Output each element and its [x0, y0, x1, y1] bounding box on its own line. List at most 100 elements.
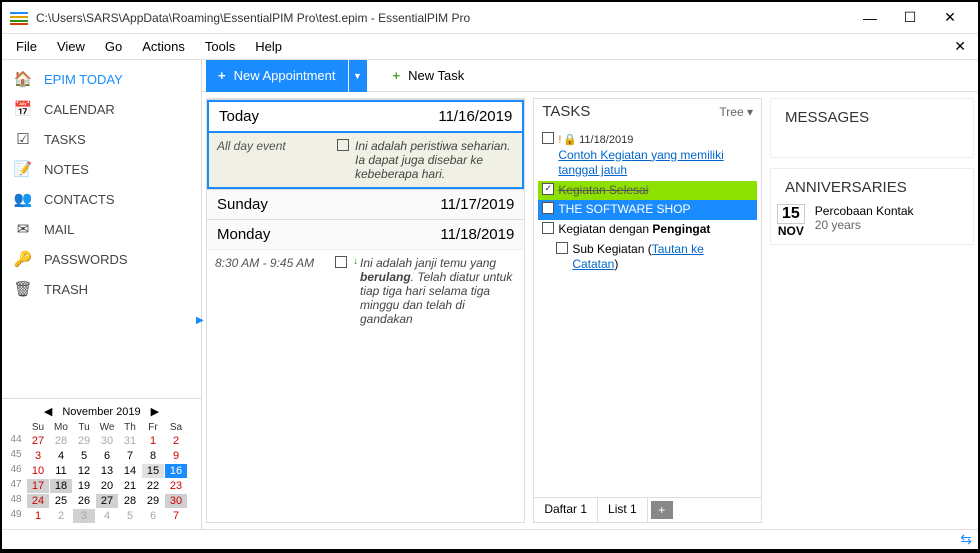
close-panel-button[interactable]: ✕ [946, 34, 974, 59]
cal-day[interactable]: 18 [50, 479, 72, 493]
task-checkbox[interactable] [542, 132, 554, 144]
cal-title[interactable]: November 2019 [62, 406, 140, 418]
cal-day[interactable]: 7 [119, 449, 141, 463]
task-tab-1[interactable]: Daftar 1 [534, 498, 598, 522]
close-button[interactable]: ✕ [930, 4, 970, 32]
cal-day[interactable]: 28 [119, 494, 141, 508]
cal-day[interactable]: 4 [50, 449, 72, 463]
cal-day[interactable]: 27 [96, 494, 118, 508]
cal-day[interactable]: 1 [27, 509, 49, 523]
task-item[interactable]: THE SOFTWARE SHOP [538, 200, 757, 220]
statusbar: ⇆ [2, 529, 978, 549]
cal-day[interactable]: 6 [96, 449, 118, 463]
cal-day[interactable]: 25 [50, 494, 72, 508]
menu-tools[interactable]: Tools [195, 35, 245, 58]
cal-day[interactable]: 31 [119, 434, 141, 448]
cal-prev[interactable]: ◀ [40, 405, 56, 418]
task-tab-2[interactable]: List 1 [598, 498, 648, 522]
add-tab-button[interactable]: + [651, 501, 673, 519]
cal-next[interactable]: ▶ [147, 405, 163, 418]
cal-day[interactable]: 7 [165, 509, 187, 523]
cal-day[interactable]: 9 [165, 449, 187, 463]
nav-item-trash[interactable]: 🗑TRASH [2, 274, 201, 304]
cal-day[interactable]: 6 [142, 509, 164, 523]
cal-day[interactable]: 4 [96, 509, 118, 523]
cal-day[interactable]: 20 [96, 479, 118, 493]
cal-day[interactable]: 10 [27, 464, 49, 478]
cal-day[interactable]: 21 [119, 479, 141, 493]
event-row[interactable]: 8:30 AM - 9:45 AM↓Ini adalah janji temu … [207, 249, 524, 332]
menu-file[interactable]: File [6, 35, 47, 58]
menu-actions[interactable]: Actions [132, 35, 195, 58]
cal-day[interactable]: 5 [119, 509, 141, 523]
nav-icon: 👥 [12, 190, 34, 208]
nav-item-calendar[interactable]: 📅CALENDAR [2, 94, 201, 124]
new-task-button[interactable]: + New Task [381, 60, 477, 92]
cal-day[interactable]: 16 [165, 464, 187, 478]
cal-day[interactable]: 14 [119, 464, 141, 478]
event-row[interactable]: All day eventIni adalah peristiwa sehari… [207, 133, 524, 189]
day-header[interactable]: Today11/16/2019 [207, 100, 524, 133]
cal-day[interactable]: 23 [165, 479, 187, 493]
cal-day[interactable]: 3 [73, 509, 95, 523]
task-item[interactable]: Kegiatan dengan Pengingat [538, 220, 757, 240]
menu-help[interactable]: Help [245, 35, 292, 58]
sidebar: 🏠EPIM TODAY📅CALENDAR☑TASKS📝NOTES👥CONTACT… [2, 60, 202, 529]
cal-day[interactable]: 17 [27, 479, 49, 493]
nav-item-epim-today[interactable]: 🏠EPIM TODAY [2, 64, 201, 94]
sync-icon[interactable]: ⇆ [960, 531, 972, 548]
nav-item-passwords[interactable]: 🔑PASSWORDS [2, 244, 201, 274]
cal-day[interactable]: 19 [73, 479, 95, 493]
new-appointment-dropdown[interactable]: ▼ [349, 60, 367, 92]
cal-day[interactable]: 29 [142, 494, 164, 508]
cal-day[interactable]: 12 [73, 464, 95, 478]
cal-day[interactable]: 29 [73, 434, 95, 448]
task-checkbox[interactable] [542, 202, 554, 214]
day-header[interactable]: Monday11/18/2019 [207, 220, 524, 249]
menu-view[interactable]: View [47, 35, 95, 58]
nav-icon: 🔑 [12, 250, 34, 268]
cal-day[interactable]: 11 [50, 464, 72, 478]
nav-icon: 📅 [12, 100, 34, 118]
task-item[interactable]: Sub Kegiatan (Tautan ke Catatan) [552, 240, 757, 275]
menu-go[interactable]: Go [95, 35, 132, 58]
anniversary-age: 20 years [815, 218, 914, 232]
cal-day[interactable]: 27 [27, 434, 49, 448]
nav-item-tasks[interactable]: ☑TASKS [2, 124, 201, 154]
minimize-button[interactable]: — [850, 4, 890, 32]
day-header[interactable]: Sunday11/17/2019 [207, 190, 524, 219]
anniversaries-panel: ANNIVERSARIES 15 NOV Percobaan Kontak 20… [770, 168, 974, 245]
toolbar: + New Appointment ▼ + New Task [202, 60, 978, 92]
anniversaries-title: ANNIVERSARIES [777, 175, 967, 200]
nav-item-mail[interactable]: ✉MAIL [2, 214, 201, 244]
window-title: C:\Users\SARS\AppData\Roaming\EssentialP… [36, 11, 850, 25]
nav-item-notes[interactable]: 📝NOTES [2, 154, 201, 184]
new-appointment-button[interactable]: + New Appointment [206, 60, 348, 92]
nav-item-contacts[interactable]: 👥CONTACTS [2, 184, 201, 214]
cal-day[interactable]: 30 [96, 434, 118, 448]
task-checkbox[interactable] [542, 183, 554, 195]
cal-day[interactable]: 8 [142, 449, 164, 463]
cal-day[interactable]: 30 [165, 494, 187, 508]
cal-day[interactable]: 3 [27, 449, 49, 463]
maximize-button[interactable]: ☐ [890, 4, 930, 32]
task-checkbox[interactable] [542, 222, 554, 234]
tasks-tree-toggle[interactable]: Tree ▾ [719, 105, 753, 119]
cal-day[interactable]: 5 [73, 449, 95, 463]
cal-day[interactable]: 2 [50, 509, 72, 523]
expand-handle[interactable]: ▶ [196, 300, 206, 340]
cal-day[interactable]: 22 [142, 479, 164, 493]
task-checkbox[interactable] [556, 242, 568, 254]
cal-day[interactable]: 28 [50, 434, 72, 448]
mini-calendar: ◀ November 2019 ▶ SuMoTuWeThFrSa44272829… [2, 398, 201, 529]
task-item[interactable]: !🔒11/18/2019Contoh Kegiatan yang memilik… [538, 130, 757, 181]
cal-day[interactable]: 1 [142, 434, 164, 448]
cal-day[interactable]: 2 [165, 434, 187, 448]
cal-day[interactable]: 13 [96, 464, 118, 478]
cal-day[interactable]: 15 [142, 464, 164, 478]
cal-day[interactable]: 24 [27, 494, 49, 508]
cal-day[interactable]: 26 [73, 494, 95, 508]
task-item[interactable]: Kegiatan Selesai [538, 181, 757, 201]
task-link[interactable]: Contoh Kegiatan yang memiliki tanggal ja… [558, 148, 723, 178]
anniversary-item[interactable]: 15 NOV Percobaan Kontak 20 years [777, 204, 967, 238]
